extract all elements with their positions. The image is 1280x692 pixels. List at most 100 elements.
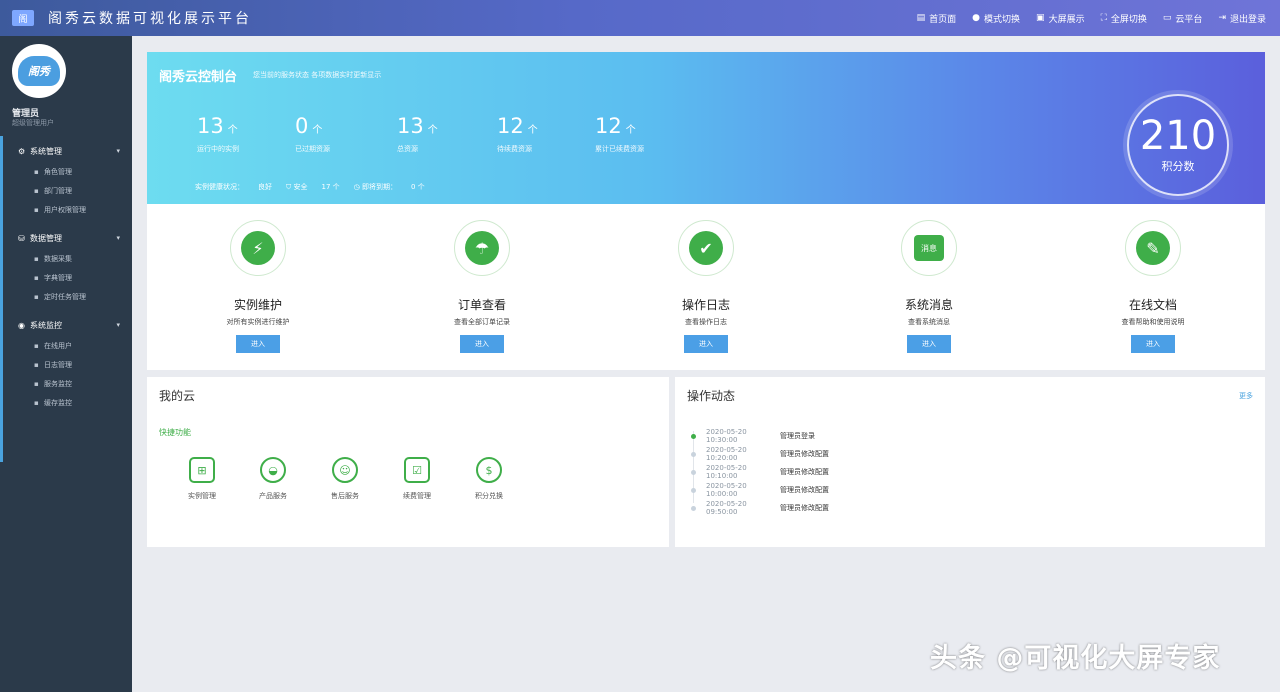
feature-name: 订单查看 <box>457 298 506 312</box>
stat-label: 已过期资源 <box>295 145 330 153</box>
sidebar-item-online-users[interactable]: ▪ 在线用户 <box>0 336 132 355</box>
nav-mode-switch[interactable]: ● 模式切换 <box>972 12 1020 25</box>
chevron-down-icon: ▾ <box>116 234 120 242</box>
screen-icon: ▭ <box>1162 13 1172 23</box>
app-title: 阁秀云数据可视化展示平台 <box>48 11 252 27</box>
grid-icon: ▤ <box>916 13 926 23</box>
sidebar-item-cache-monitor[interactable]: ▪ 缓存监控 <box>0 393 132 412</box>
sidebar-item-label: 缓存监控 <box>44 398 72 407</box>
status-label: 实例健康状况： <box>195 183 244 191</box>
feature-system-message: 消息 系统消息 查看系统消息 进入 <box>869 220 989 353</box>
nav-logout[interactable]: ⇥ 退出登录 <box>1218 12 1266 25</box>
sidebar-item-label: 日志管理 <box>44 360 72 369</box>
nav-big-screen[interactable]: ▣ 大屏展示 <box>1036 12 1085 25</box>
helmet-icon: ◒ <box>260 457 286 483</box>
stat-total: 13 个 总资源 <box>397 114 438 154</box>
hero-title: 阁秀云控制台 <box>159 70 238 85</box>
logo[interactable]: 阁秀 <box>12 44 66 98</box>
timeline-dot <box>691 505 696 511</box>
cloud-logo-icon: 阁秀 <box>18 56 60 86</box>
menu-head-system[interactable]: ⚙ 系统管理 ▾ <box>0 140 132 162</box>
nav-cloud[interactable]: ▭ 云平台 <box>1163 12 1203 25</box>
feature-name: 操作日志 <box>681 298 730 312</box>
feature-icon-ring: 消息 <box>901 220 957 276</box>
sidebar-item-label: 在线用户 <box>44 341 72 350</box>
enter-button[interactable]: 进入 <box>460 335 504 353</box>
quick-renewal[interactable]: ☑ 续费管理 <box>387 457 447 501</box>
timeline-text: 管理员修改配置 <box>780 450 829 458</box>
menu-head-label: 系统管理 <box>30 146 62 156</box>
quick-instance[interactable]: ⊞ 实例管理 <box>172 457 232 501</box>
monitor-icon: ▣ <box>1036 13 1045 23</box>
stat-unit: 个 <box>427 125 438 136</box>
feature-icon-ring: ☂ <box>454 220 510 276</box>
enter-button[interactable]: 进入 <box>684 335 728 353</box>
timeline-row: 2020-05-20 10:30:00 管理员登录 <box>691 427 991 445</box>
enter-button[interactable]: 进入 <box>236 335 280 353</box>
quick-label: 续费管理 <box>403 492 431 500</box>
exit-icon: ⇥ <box>1218 13 1226 23</box>
shield-icon: ✔ <box>689 231 723 265</box>
quick-label: 积分兑换 <box>475 492 503 500</box>
bullet-icon: ▪ <box>34 205 39 214</box>
quick-label: 售后服务 <box>331 492 359 500</box>
feature-desc: 查看帮助和使用说明 <box>1121 318 1185 326</box>
menu-head-data[interactable]: ⛁ 数据管理 ▾ <box>0 227 132 249</box>
stat-expired: 0个 已过期资源 <box>295 114 330 154</box>
quick-product[interactable]: ◒ 产品服务 <box>243 457 303 501</box>
score-circle: 210 积分数 <box>1127 94 1229 196</box>
bullet-icon: ▪ <box>34 360 39 369</box>
sidebar-item-dictionary[interactable]: ▪ 字典管理 <box>0 268 132 287</box>
menu-head-monitor[interactable]: ◉ 系统监控 ▾ <box>0 314 132 336</box>
sidebar-item-label: 数据采集 <box>44 254 72 263</box>
bullet-icon: ▪ <box>34 398 39 407</box>
quick-points[interactable]: $ 积分兑换 <box>459 457 519 501</box>
umbrella-icon: ☂ <box>465 231 499 265</box>
timeline-time: 2020-05-20 10:20:00 <box>706 446 747 462</box>
activity-timeline: 2020-05-20 10:30:00 管理员登录 2020-05-20 10:2… <box>691 427 991 517</box>
feature-name: 在线文档 <box>1128 298 1177 312</box>
sidebar-item-logs[interactable]: ▪ 日志管理 <box>0 355 132 374</box>
stat-renewed: 12 个 累计已续费资源 <box>595 114 644 154</box>
sidebar-item-permissions[interactable]: ▪ 用户权限管理 <box>0 200 132 219</box>
timeline-time: 2020-05-20 10:30:00 <box>706 428 747 444</box>
hero-banner: 阁秀云控制台 您当前的服务状态 各项数据实时更新显示 13 个 运行中的实例 0个… <box>147 52 1265 204</box>
sidebar-item-service-monitor[interactable]: ▪ 服务监控 <box>0 374 132 393</box>
feature-orders: ☂ 订单查看 查看全部订单记录 进入 <box>422 220 542 353</box>
timeline-time: 2020-05-20 09:50:00 <box>706 500 747 516</box>
more-link[interactable]: 更多 <box>1239 391 1253 401</box>
menu-group-system: ⚙ 系统管理 ▾ ▪ 角色管理 ▪ 部门管理 ▪ 用户权限管理 <box>0 140 132 219</box>
panel-title: 我的云 <box>159 389 196 403</box>
sidebar-item-label: 定时任务管理 <box>44 292 86 301</box>
nav-home[interactable]: ▤ 首页面 <box>917 12 957 25</box>
shield-status: ⛉ 安全 <box>286 183 308 191</box>
lightning-icon: ⚡ <box>241 231 275 265</box>
support-icon: ☺ <box>332 457 358 483</box>
enter-button[interactable]: 进入 <box>1131 335 1175 353</box>
sidebar-item-scheduler[interactable]: ▪ 定时任务管理 <box>0 287 132 306</box>
sidebar-item-roles[interactable]: ▪ 角色管理 <box>0 162 132 181</box>
nav-label: 退出登录 <box>1229 14 1266 25</box>
status-count: 0 个 <box>410 183 425 191</box>
money-bag-icon: $ <box>476 457 502 483</box>
quick-label: 实例管理 <box>188 492 216 500</box>
bullet-icon: ▪ <box>34 273 39 282</box>
bullet-icon: ▪ <box>34 167 39 176</box>
sidebar-item-label: 用户权限管理 <box>44 205 86 214</box>
stat-value: 12 <box>595 114 622 138</box>
timeline-dot <box>691 433 696 439</box>
status-count: 17 个 <box>321 183 340 191</box>
watermark: 头条 @可视化大屏专家 <box>930 643 1221 674</box>
feature-icon-ring: ✔ <box>678 220 734 276</box>
score-label: 积分数 <box>1161 160 1195 173</box>
feature-desc: 查看系统消息 <box>908 318 950 326</box>
sidebar-item-collect[interactable]: ▪ 数据采集 <box>0 249 132 268</box>
quick-support[interactable]: ☺ 售后服务 <box>315 457 375 501</box>
nav-fullscreen[interactable]: ⛶ 全屏切换 <box>1101 12 1147 25</box>
timeline-time: 2020-05-20 10:10:00 <box>706 464 747 480</box>
stat-unit: 个 <box>227 125 238 136</box>
bullet-icon: ▪ <box>34 292 39 301</box>
enter-button[interactable]: 进入 <box>907 335 951 353</box>
sidebar-item-departments[interactable]: ▪ 部门管理 <box>0 181 132 200</box>
timeline-row: 2020-05-20 10:00:00 管理员修改配置 <box>691 481 991 499</box>
